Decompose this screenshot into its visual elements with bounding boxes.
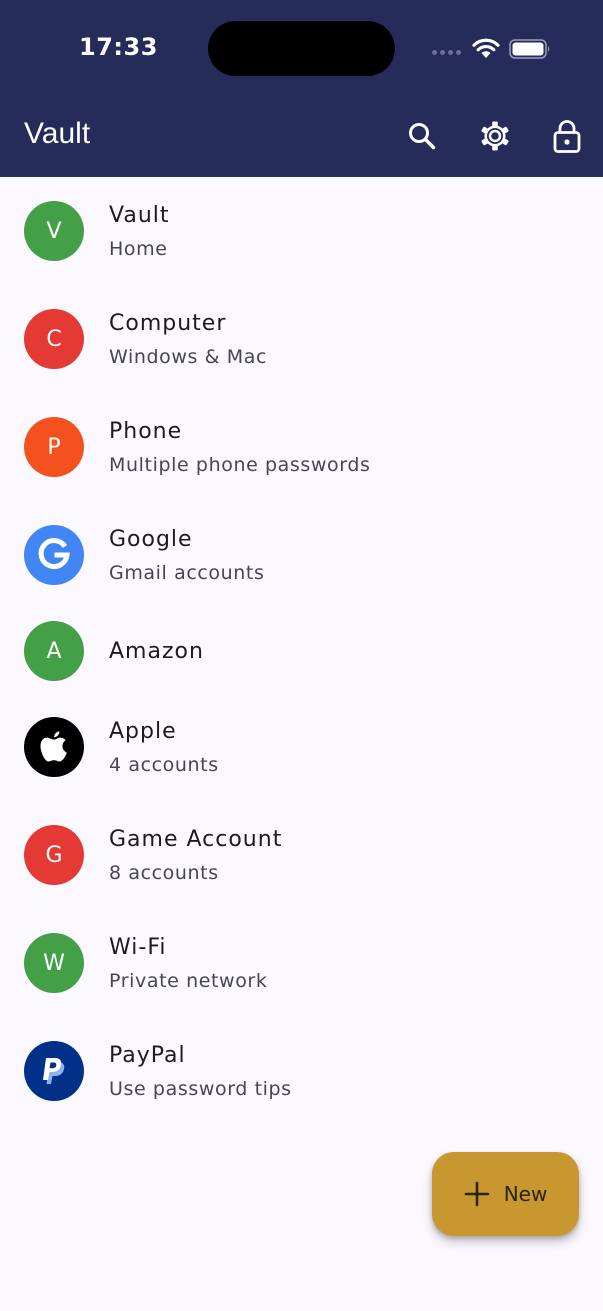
avatar-letter: W bbox=[43, 950, 65, 976]
list-item[interactable]: W Wi-Fi Private network bbox=[0, 905, 603, 1013]
top-bar: 17:33 Vault bbox=[0, 0, 603, 177]
avatar-letter: P bbox=[47, 434, 61, 460]
item-subtitle: Windows & Mac bbox=[109, 346, 267, 368]
wifi-icon bbox=[472, 37, 500, 59]
item-subtitle: Use password tips bbox=[109, 1078, 292, 1100]
search-icon bbox=[409, 123, 436, 150]
settings-button[interactable] bbox=[475, 116, 515, 156]
item-subtitle: 4 accounts bbox=[109, 754, 219, 776]
avatar: W bbox=[24, 933, 84, 993]
item-subtitle: Multiple phone passwords bbox=[109, 454, 371, 476]
search-button[interactable] bbox=[402, 116, 442, 156]
lock-button[interactable] bbox=[547, 116, 587, 156]
dynamic-island bbox=[208, 21, 395, 76]
paypal-logo-icon bbox=[43, 1058, 65, 1084]
list-item[interactable]: G Game Account 8 accounts bbox=[0, 797, 603, 905]
google-logo-icon bbox=[38, 538, 70, 569]
avatar: A bbox=[24, 621, 84, 681]
list-item[interactable]: V Vault Home bbox=[0, 177, 603, 285]
avatar-letter: C bbox=[46, 326, 62, 352]
battery-icon bbox=[509, 39, 551, 59]
gear-icon bbox=[481, 121, 509, 151]
lock-icon bbox=[553, 120, 581, 153]
new-entry-label: New bbox=[503, 1182, 548, 1206]
avatar: P bbox=[24, 417, 84, 477]
cellular-signal-icon bbox=[432, 50, 462, 56]
list-item[interactable]: Apple 4 accounts bbox=[0, 689, 603, 797]
list-item[interactable]: P Phone Multiple phone passwords bbox=[0, 393, 603, 501]
avatar-letter: G bbox=[45, 842, 63, 868]
plus-icon bbox=[464, 1181, 489, 1207]
item-title: PayPal bbox=[109, 1043, 186, 1068]
avatar bbox=[24, 717, 84, 777]
list-item[interactable]: PayPal Use password tips bbox=[0, 1013, 603, 1121]
item-title: Vault bbox=[109, 203, 170, 228]
item-title: Google bbox=[109, 527, 193, 552]
item-subtitle: Home bbox=[109, 238, 168, 260]
avatar bbox=[24, 1041, 84, 1101]
item-title: Amazon bbox=[109, 639, 204, 664]
item-subtitle: Private network bbox=[109, 970, 268, 992]
list-item[interactable]: Google Gmail accounts bbox=[0, 501, 603, 609]
item-title: Computer bbox=[109, 311, 227, 336]
avatar-letter: A bbox=[46, 638, 62, 664]
avatar: C bbox=[24, 309, 84, 369]
app-title: Vault bbox=[24, 117, 91, 150]
avatar: V bbox=[24, 201, 84, 261]
status-time: 17:33 bbox=[79, 33, 158, 61]
list-item[interactable]: C Computer Windows & Mac bbox=[0, 285, 603, 393]
item-subtitle: Gmail accounts bbox=[109, 562, 265, 584]
avatar-letter: V bbox=[46, 218, 62, 244]
avatar: G bbox=[24, 825, 84, 885]
apple-logo-icon bbox=[40, 731, 67, 762]
avatar bbox=[24, 525, 84, 585]
item-title: Game Account bbox=[109, 827, 283, 852]
item-title: Apple bbox=[109, 719, 177, 744]
screen: 17:33 Vault V Vault Home C Computer Wind… bbox=[0, 0, 603, 1311]
item-subtitle: 8 accounts bbox=[109, 862, 219, 884]
item-title: Phone bbox=[109, 419, 183, 444]
item-title: Wi-Fi bbox=[109, 935, 167, 960]
new-entry-button[interactable]: New bbox=[432, 1152, 579, 1236]
